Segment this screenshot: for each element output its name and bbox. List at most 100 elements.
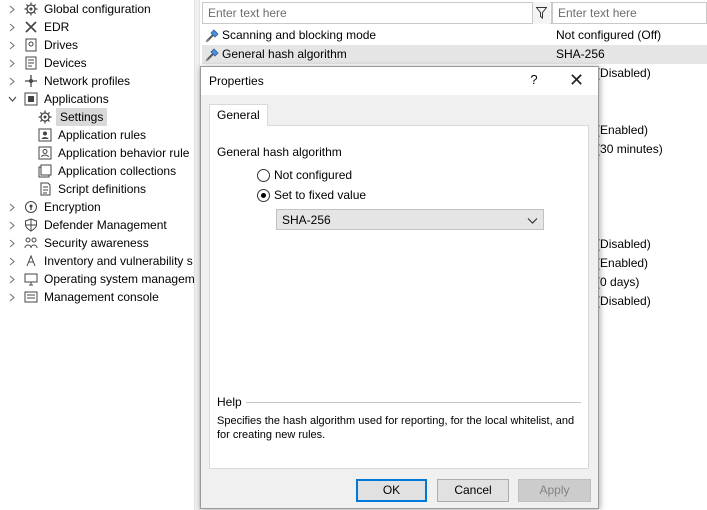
name-filter-box[interactable] (202, 2, 552, 24)
gear-icon (38, 110, 52, 124)
application-icon (24, 92, 38, 106)
tree-item-global-configuration[interactable]: Global configuration (6, 0, 151, 18)
setting-value: Not configured (Off) (556, 28, 662, 42)
tree-item-label: Applications (44, 92, 109, 106)
chevron-right-icon[interactable] (6, 234, 18, 252)
tree-item-label: Application behavior rule (58, 146, 190, 160)
tab-general[interactable]: General (209, 104, 268, 126)
tree-item-applications[interactable]: Applications (6, 90, 109, 108)
navigation-tree: Global configuration EDR Drives Devices Netw… (0, 0, 194, 510)
tree-item-settings[interactable]: Settings (38, 108, 108, 126)
radio-button[interactable] (257, 188, 270, 202)
radio-label: Not configured (274, 168, 353, 182)
setting-label: General hash algorithm (217, 145, 342, 159)
chevron-right-icon[interactable] (6, 252, 18, 270)
select-value: SHA-256 (282, 213, 331, 227)
lock-icon (24, 200, 38, 214)
tree-item-encryption[interactable]: Encryption (6, 198, 101, 216)
help-divider (246, 402, 581, 403)
tree-item-security-awareness[interactable]: Security awareness (6, 234, 149, 252)
value-filter-box[interactable] (552, 2, 707, 24)
chevron-right-icon[interactable] (6, 36, 18, 54)
chevron-right-icon[interactable] (6, 288, 18, 306)
help-heading: Help (217, 395, 242, 409)
shield-icon (24, 218, 38, 232)
help-button[interactable]: ? (527, 72, 541, 87)
value-filter-input[interactable] (553, 6, 706, 20)
table-row[interactable]: General hash algorithm SHA-256 (202, 45, 707, 64)
rules-icon (38, 128, 52, 142)
device-icon (24, 56, 38, 70)
collection-icon (38, 164, 52, 178)
tree-item-label: Security awareness (44, 236, 149, 250)
tree-item-operating-system-managem[interactable]: Operating system managem (6, 270, 194, 288)
radio-label: Set to fixed value (274, 188, 367, 202)
tree-item-label: Network profiles (44, 74, 131, 88)
radio-button[interactable] (257, 168, 270, 182)
apply-button[interactable]: Apply (518, 479, 591, 502)
cancel-button[interactable]: Cancel (437, 479, 509, 502)
tree-item-label: Inventory and vulnerability s (44, 254, 193, 268)
chevron-right-icon[interactable] (6, 0, 18, 18)
name-filter-input[interactable] (203, 6, 551, 20)
script-icon (38, 182, 52, 196)
hash-algorithm-select[interactable]: SHA-256 (276, 209, 544, 230)
setting-name: Scanning and blocking mode (222, 28, 377, 42)
awareness-icon (24, 236, 38, 250)
properties-dialog: Properties ? ✕ General General hash algo… (200, 66, 599, 509)
network-icon (24, 74, 38, 88)
tree-item-label: Script definitions (58, 182, 147, 196)
chevron-right-icon[interactable] (6, 270, 18, 288)
os-icon (24, 272, 38, 286)
tools-icon (24, 20, 38, 34)
tree-item-label: Defender Management (44, 218, 167, 232)
chevron-right-icon[interactable] (6, 54, 18, 72)
gear-icon (24, 2, 38, 16)
chevron-down-icon (527, 214, 538, 228)
chevron-down-icon[interactable] (6, 90, 18, 108)
tree-item-label: Application collections (58, 164, 177, 178)
tree-item-management-console[interactable]: Management console (6, 288, 159, 306)
dialog-title: Properties (209, 74, 264, 88)
tree-item-application-collections[interactable]: Application collections (38, 162, 176, 180)
tree-item-drives[interactable]: Drives (6, 36, 78, 54)
ok-button[interactable]: OK (356, 479, 427, 502)
setting-value: SHA-256 (556, 47, 605, 61)
tree-item-label: Devices (44, 56, 87, 70)
setting-pen-icon (205, 28, 221, 43)
tree-item-defender-management[interactable]: Defender Management (6, 216, 167, 234)
tree-item-application-behavior-rule[interactable]: Application behavior rule (38, 144, 189, 162)
behavior-icon (38, 146, 52, 160)
chevron-right-icon[interactable] (6, 18, 18, 36)
setting-name: General hash algorithm (222, 47, 347, 61)
tree-item-label: EDR (44, 20, 70, 34)
tree-item-label: Drives (44, 38, 79, 52)
tab-panel-general: General hash algorithm Not configured Se… (209, 125, 589, 469)
chevron-right-icon[interactable] (6, 198, 18, 216)
tree-item-label: Operating system managem (44, 272, 194, 286)
filter-icon[interactable] (532, 2, 550, 24)
tree-item-label: Encryption (44, 200, 101, 214)
inventory-icon (24, 254, 38, 268)
tree-item-devices[interactable]: Devices (6, 54, 87, 72)
tree-item-script-definitions[interactable]: Script definitions (38, 180, 146, 198)
setting-pen-icon (205, 47, 221, 62)
tree-item-label: Application rules (58, 128, 147, 142)
drive-icon (24, 38, 38, 52)
tree-item-label: Management console (44, 290, 159, 304)
table-row[interactable]: Scanning and blocking mode Not configured… (202, 26, 707, 45)
console-icon (24, 290, 38, 304)
tree-item-label: Global configuration (44, 2, 151, 16)
tree-item-label: Settings (56, 108, 108, 126)
radio-not-configured[interactable]: Not configured (257, 166, 352, 184)
radio-fixed-value[interactable]: Set to fixed value (257, 186, 366, 204)
chevron-right-icon[interactable] (6, 72, 18, 90)
dialog-title-bar: Properties ? ✕ (201, 67, 598, 95)
tree-item-application-rules[interactable]: Application rules (38, 126, 146, 144)
chevron-right-icon[interactable] (6, 216, 18, 234)
close-icon[interactable]: ✕ (569, 71, 584, 89)
tree-item-inventory-and-vulnerability-s[interactable]: Inventory and vulnerability s (6, 252, 193, 270)
tree-item-network-profiles[interactable]: Network profiles (6, 72, 130, 90)
help-text: Specifies the hash algorithm used for re… (217, 415, 575, 441)
tree-item-edr[interactable]: EDR (6, 18, 69, 36)
